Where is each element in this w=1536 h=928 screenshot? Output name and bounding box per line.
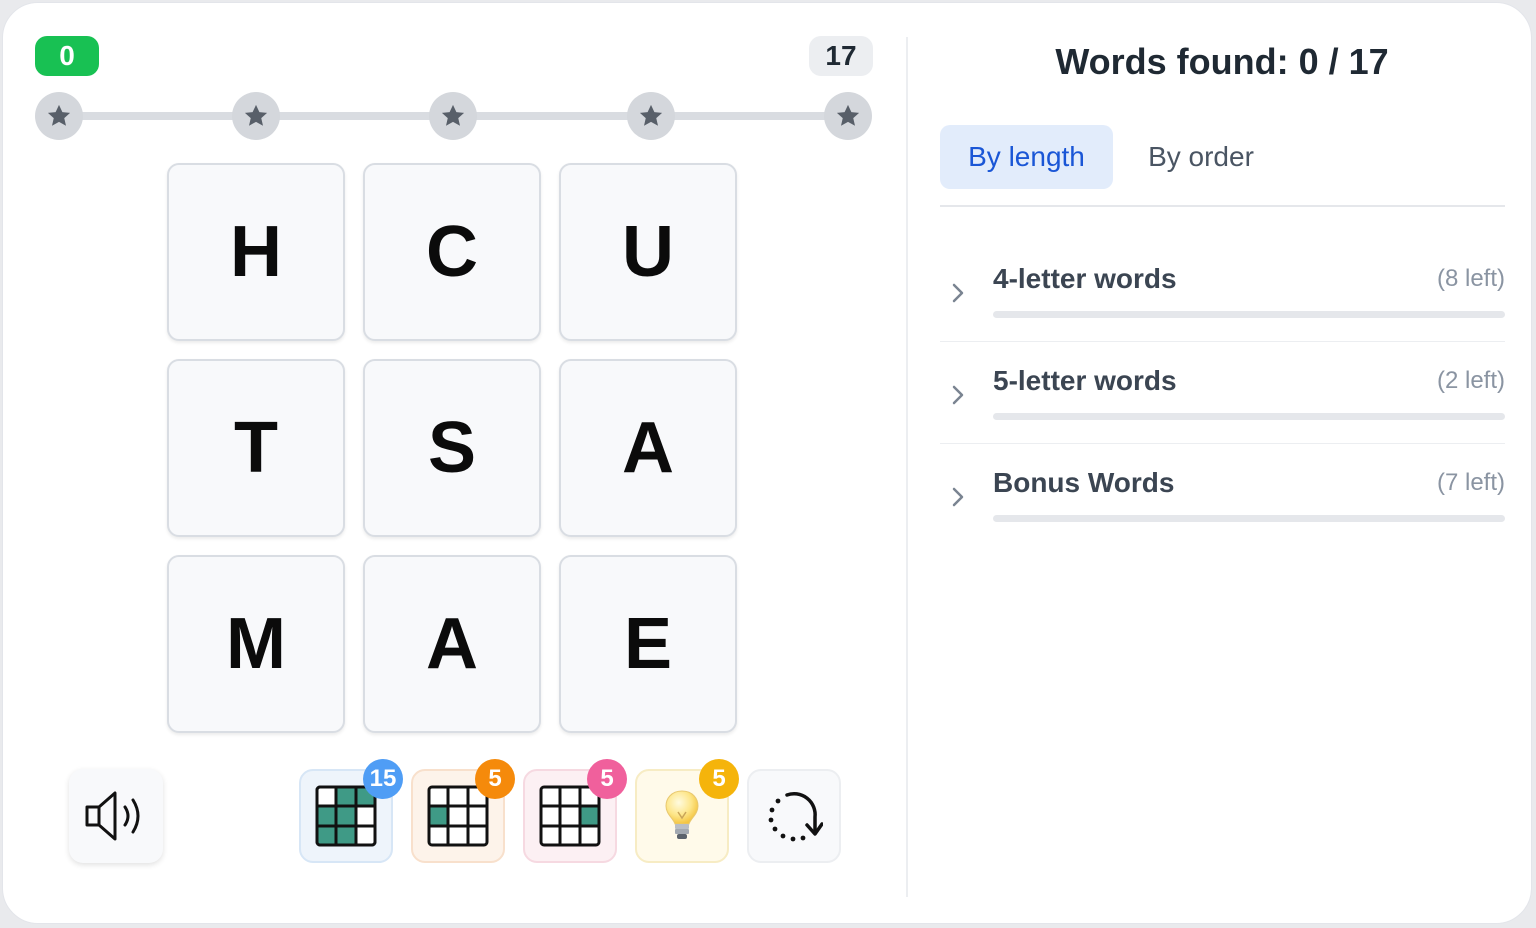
tab-by-length[interactable]: By length	[940, 125, 1113, 189]
section-remaining-count: (2 left)	[1436, 367, 1505, 394]
letter-tile[interactable]: U	[559, 163, 737, 341]
section-label: 4-letter words	[993, 263, 1177, 294]
panel-divider	[906, 37, 908, 897]
hint-button[interactable]: 5	[635, 759, 739, 863]
milestone-star-icon	[429, 92, 477, 140]
section-divider	[940, 443, 1505, 444]
section-progress-bar	[993, 413, 1505, 420]
milestone-star-icon	[627, 92, 675, 140]
section-divider	[940, 341, 1505, 342]
reveal-last-column-count-badge: 5	[587, 759, 627, 799]
words-found-title: Words found: 0 / 17	[1055, 41, 1389, 82]
game-card: 0 17 H C U T S A M A E 15 5 5 5 Words fo…	[2, 2, 1532, 924]
reveal-last-column-button[interactable]: 5	[523, 759, 627, 863]
letter-tile[interactable]: A	[559, 359, 737, 537]
letter-tile[interactable]: E	[559, 555, 737, 733]
shuffle-button[interactable]	[747, 769, 841, 863]
milestone-star-icon	[824, 92, 872, 140]
section-label: 5-letter words	[993, 365, 1177, 396]
section-remaining-count: (7 left)	[1436, 469, 1505, 496]
reveal-first-column-button[interactable]: 5	[411, 759, 515, 863]
letter-tile[interactable]: M	[167, 555, 345, 733]
lightbulb-icon	[665, 790, 699, 839]
section-remaining-count: (8 left)	[1436, 265, 1505, 292]
chevron-right-icon	[952, 283, 964, 303]
section-bonus-words[interactable]: Bonus Words (7 left)	[940, 463, 1505, 563]
section-label: Bonus Words	[993, 467, 1175, 498]
tab-by-order[interactable]: By order	[1121, 125, 1281, 189]
hint-count-badge: 5	[699, 759, 739, 799]
letter-tile[interactable]: H	[167, 163, 345, 341]
chevron-right-icon	[952, 487, 964, 507]
section-progress-bar	[993, 515, 1505, 522]
letter-tile[interactable]: A	[363, 555, 541, 733]
reveal-first-column-count-badge: 5	[475, 759, 515, 799]
reveal-grid-count-badge: 15	[363, 759, 403, 799]
current-score-badge: 0	[35, 36, 99, 76]
sound-toggle-button[interactable]	[69, 769, 163, 863]
milestone-star-icon	[232, 92, 280, 140]
section-4-letter-words[interactable]: 4-letter words (8 left)	[940, 259, 1505, 359]
letter-tile[interactable]: T	[167, 359, 345, 537]
reveal-grid-button[interactable]: 15	[299, 759, 403, 863]
shuffle-icon	[768, 792, 823, 842]
target-score-badge: 17	[809, 36, 873, 76]
tabs-divider	[940, 205, 1505, 207]
section-progress-bar	[993, 311, 1505, 318]
letter-tile[interactable]: S	[363, 359, 541, 537]
speaker-icon	[85, 791, 140, 841]
chevron-right-icon	[952, 385, 964, 405]
section-5-letter-words[interactable]: 5-letter words (2 left)	[940, 361, 1505, 461]
milestone-star-icon	[35, 92, 83, 140]
letter-tile[interactable]: C	[363, 163, 541, 341]
